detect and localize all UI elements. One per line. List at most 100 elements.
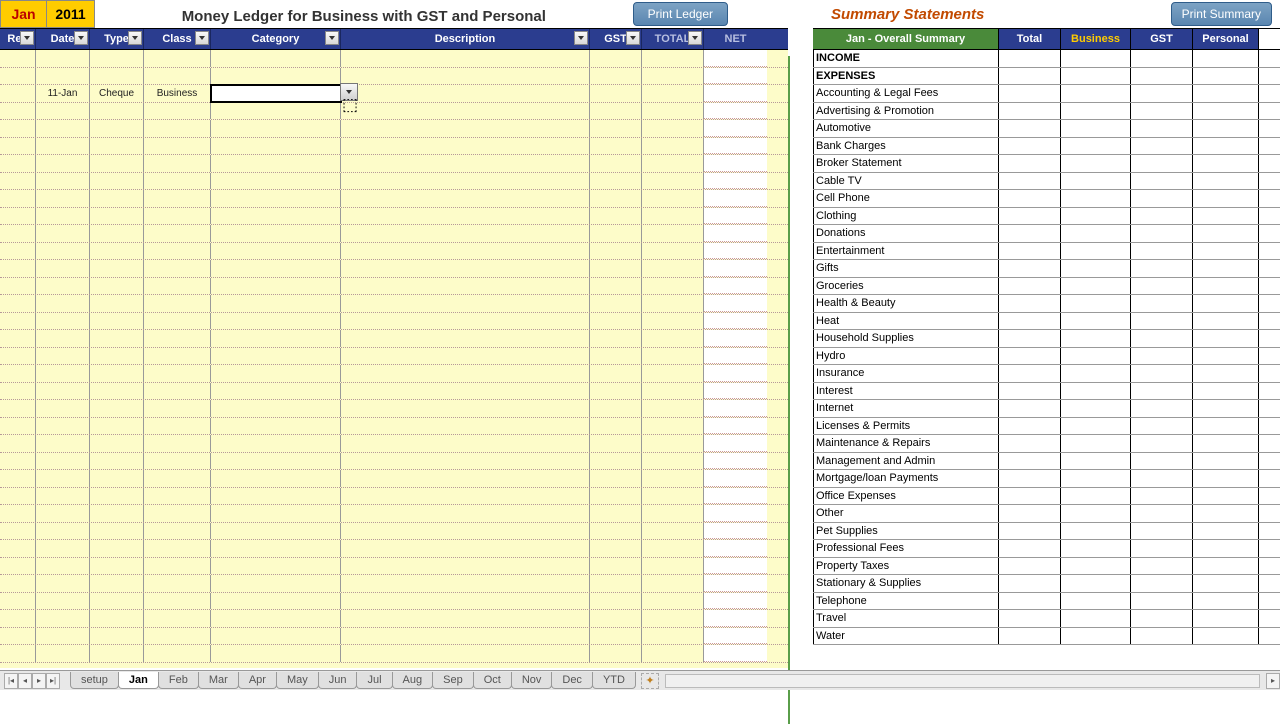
ledger-cell[interactable] xyxy=(704,488,767,505)
ledger-row[interactable] xyxy=(0,260,788,278)
ledger-cell[interactable] xyxy=(642,50,704,67)
ledger-cell[interactable] xyxy=(590,540,642,557)
ledger-cell[interactable] xyxy=(590,593,642,610)
ledger-cell[interactable] xyxy=(36,610,90,627)
ledger-cell[interactable] xyxy=(590,435,642,452)
ledger-cell[interactable] xyxy=(36,365,90,382)
summary-value[interactable] xyxy=(1131,190,1193,207)
summary-value[interactable] xyxy=(1193,208,1259,225)
ledger-row[interactable] xyxy=(0,383,788,401)
summary-value[interactable] xyxy=(1061,313,1131,330)
ledger-cell[interactable] xyxy=(90,243,144,260)
ledger-cell[interactable] xyxy=(144,278,211,295)
ledger-cell[interactable] xyxy=(590,313,642,330)
summary-value[interactable] xyxy=(1061,225,1131,242)
ledger-cell[interactable] xyxy=(341,453,590,470)
summary-value[interactable] xyxy=(999,260,1061,277)
ledger-cell[interactable] xyxy=(90,278,144,295)
ledger-cell[interactable] xyxy=(590,488,642,505)
summary-value[interactable] xyxy=(1193,243,1259,260)
sheet-tab-aug[interactable]: Aug xyxy=(392,672,434,689)
summary-row[interactable]: Broker Statement xyxy=(813,155,1280,173)
col-rec[interactable]: Rec xyxy=(0,29,36,49)
ledger-cell[interactable] xyxy=(90,190,144,207)
ledger-cell[interactable] xyxy=(144,208,211,225)
ledger-cell[interactable] xyxy=(341,383,590,400)
summary-value[interactable] xyxy=(999,348,1061,365)
ledger-row[interactable] xyxy=(0,155,788,173)
col-date[interactable]: Date xyxy=(36,29,90,49)
filter-button[interactable] xyxy=(195,31,209,45)
ledger-row[interactable] xyxy=(0,558,788,576)
summary-row[interactable]: Stationary & Supplies xyxy=(813,575,1280,593)
summary-value[interactable] xyxy=(1193,593,1259,610)
ledger-cell[interactable] xyxy=(90,453,144,470)
summary-row[interactable]: Interest xyxy=(813,383,1280,401)
col-gst[interactable]: GST xyxy=(590,29,642,49)
summary-value[interactable] xyxy=(1193,103,1259,120)
ledger-cell[interactable] xyxy=(590,365,642,382)
ledger-cell[interactable] xyxy=(36,505,90,522)
ledger-cell[interactable] xyxy=(211,208,341,225)
ledger-cell[interactable] xyxy=(704,453,767,470)
ledger-cell[interactable] xyxy=(704,365,767,382)
ledger-cell[interactable] xyxy=(211,628,341,645)
summary-value[interactable] xyxy=(999,488,1061,505)
ledger-cell[interactable] xyxy=(341,330,590,347)
ledger-cell[interactable] xyxy=(144,68,211,85)
ledger-grid[interactable]: ⬚ 11-JanChequeBusiness xyxy=(0,50,788,668)
summary-value[interactable] xyxy=(999,558,1061,575)
summary-value[interactable] xyxy=(1131,453,1193,470)
summary-value[interactable] xyxy=(999,470,1061,487)
summary-value[interactable] xyxy=(1193,558,1259,575)
ledger-cell[interactable] xyxy=(704,628,767,645)
ledger-cell[interactable] xyxy=(0,103,36,120)
ledger-cell[interactable] xyxy=(211,610,341,627)
summary-value[interactable] xyxy=(999,435,1061,452)
ledger-cell[interactable] xyxy=(0,313,36,330)
ledger-cell[interactable] xyxy=(144,523,211,540)
ledger-cell[interactable] xyxy=(704,155,767,172)
ledger-row[interactable] xyxy=(0,225,788,243)
ledger-cell[interactable] xyxy=(36,453,90,470)
ledger-cell[interactable] xyxy=(341,155,590,172)
sheet-tab-sep[interactable]: Sep xyxy=(432,672,474,689)
ledger-cell[interactable] xyxy=(90,330,144,347)
ledger-cell[interactable] xyxy=(144,155,211,172)
ledger-cell[interactable] xyxy=(36,330,90,347)
summary-value[interactable] xyxy=(999,330,1061,347)
ledger-cell[interactable] xyxy=(341,260,590,277)
summary-value[interactable] xyxy=(1131,120,1193,137)
ledger-cell[interactable] xyxy=(704,400,767,417)
ledger-cell[interactable] xyxy=(590,400,642,417)
filter-button[interactable] xyxy=(128,31,142,45)
summary-value[interactable] xyxy=(1131,470,1193,487)
ledger-cell[interactable] xyxy=(590,260,642,277)
summary-row[interactable]: Hydro xyxy=(813,348,1280,366)
ledger-cell[interactable] xyxy=(704,225,767,242)
ledger-cell[interactable] xyxy=(642,575,704,592)
sheet-tab-jun[interactable]: Jun xyxy=(318,672,358,689)
ledger-cell[interactable] xyxy=(144,470,211,487)
ledger-cell[interactable] xyxy=(642,610,704,627)
ledger-cell[interactable] xyxy=(0,365,36,382)
ledger-cell[interactable] xyxy=(704,540,767,557)
ledger-cell[interactable] xyxy=(341,365,590,382)
ledger-cell[interactable] xyxy=(642,505,704,522)
ledger-cell[interactable] xyxy=(341,505,590,522)
print-ledger-button[interactable]: Print Ledger xyxy=(633,2,728,26)
summary-row[interactable]: Donations xyxy=(813,225,1280,243)
ledger-cell[interactable] xyxy=(211,575,341,592)
ledger-cell[interactable] xyxy=(704,295,767,312)
ledger-cell[interactable] xyxy=(144,190,211,207)
ledger-cell[interactable] xyxy=(642,400,704,417)
ledger-cell[interactable] xyxy=(704,645,767,662)
ledger-cell[interactable] xyxy=(36,470,90,487)
ledger-cell[interactable] xyxy=(590,453,642,470)
ledger-cell[interactable] xyxy=(341,540,590,557)
summary-row[interactable]: Gifts xyxy=(813,260,1280,278)
tab-nav-next[interactable]: ▸ xyxy=(32,673,46,689)
ledger-cell[interactable] xyxy=(36,383,90,400)
ledger-cell[interactable] xyxy=(642,435,704,452)
ledger-cell[interactable] xyxy=(36,278,90,295)
